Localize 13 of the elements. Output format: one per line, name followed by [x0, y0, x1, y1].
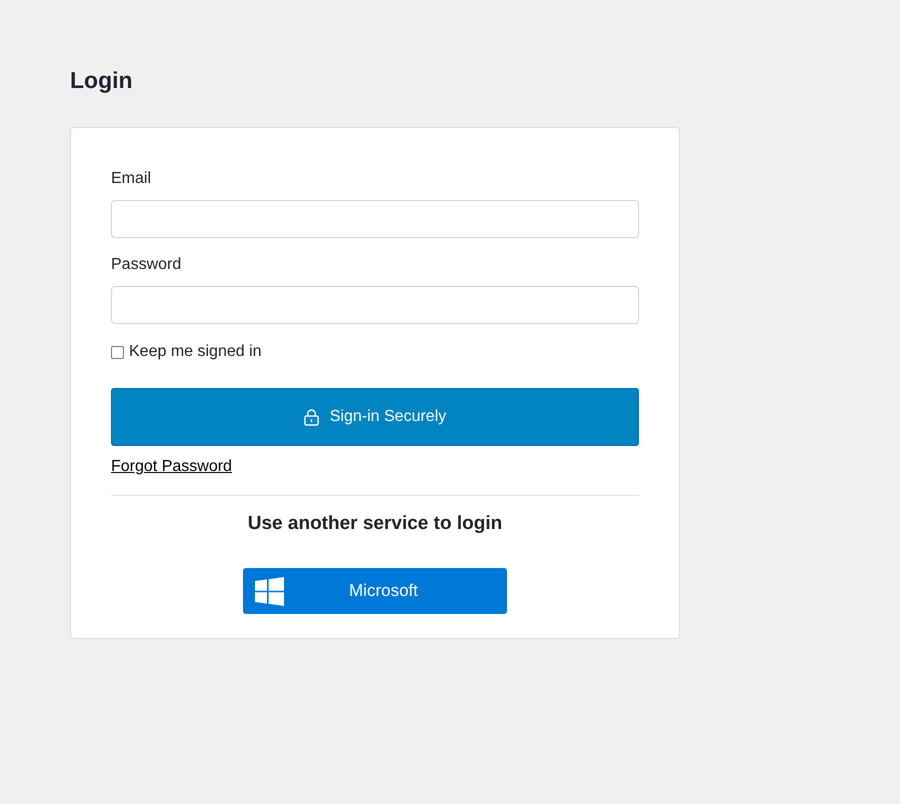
input-field[interactable] — [111, 200, 639, 238]
checkbox[interactable] — [111, 346, 124, 358]
sign-in-button[interactable]: Sign-in Securely — [111, 388, 639, 446]
field-label: Email — [111, 169, 152, 189]
forgot-password-link[interactable]: Forgot Password — [111, 458, 232, 475]
page-title: Login — [70, 66, 133, 95]
field-label: Password — [111, 255, 182, 275]
checkbox-label: Keep me signed in — [129, 342, 262, 362]
section-heading: Use another service to login — [248, 512, 502, 536]
lock-icon — [304, 408, 319, 426]
windows-logo-icon — [255, 576, 284, 606]
input-field[interactable] — [111, 286, 639, 324]
microsoft-login-button[interactable]: Microsoft — [243, 568, 507, 614]
